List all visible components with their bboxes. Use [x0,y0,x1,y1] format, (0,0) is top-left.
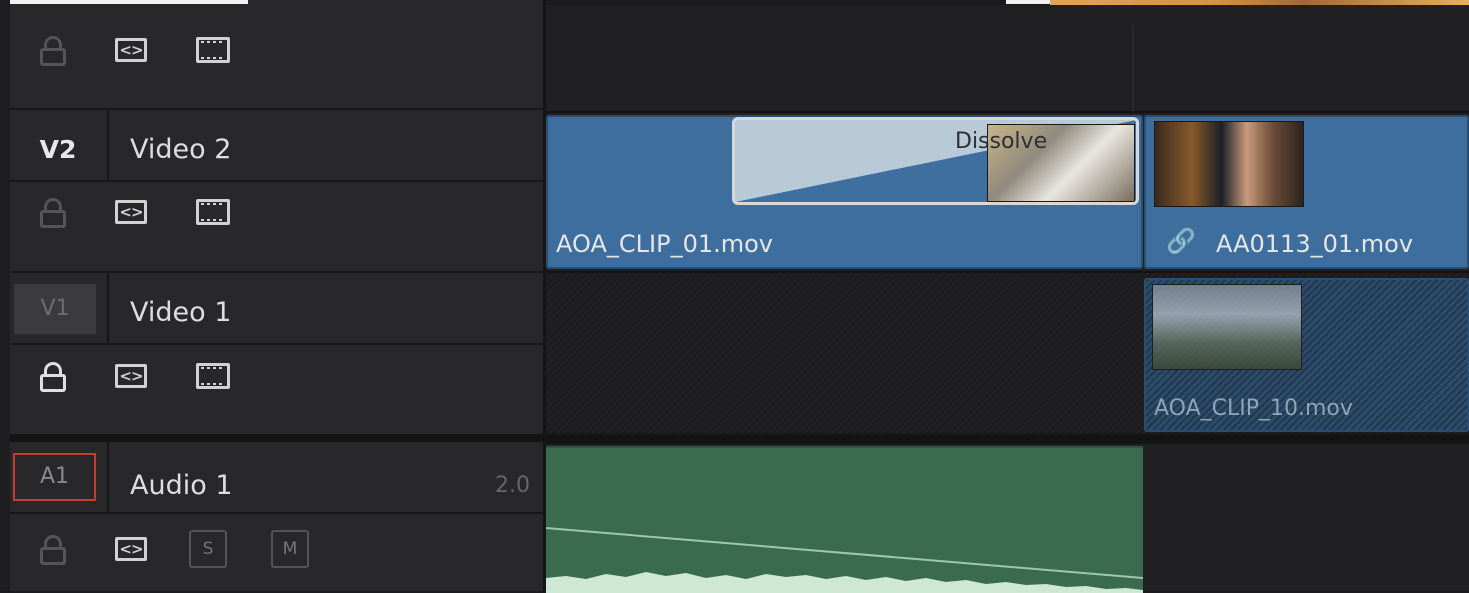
grid-line [1132,25,1134,111]
track-name-a1[interactable]: Audio 1 [130,466,430,506]
timeline-area[interactable]: AOA_CLIP_01.mov Dissolve 🔗 AA0113_01.mov… [546,0,1469,593]
track-name-v1[interactable]: Video 1 [130,293,430,333]
auto-select-icon[interactable]: <> [115,537,147,561]
track-name-v2[interactable]: Video 2 [130,130,430,170]
top-divider [10,0,248,4]
clip-name: AOA_CLIP_01.mov [556,230,773,258]
panel-left-edge [0,0,10,591]
clip-thumbnail [1152,284,1302,370]
video-audio-divider [10,434,545,442]
row-divider [10,180,545,182]
row-divider [10,343,545,345]
row-divider [10,512,545,514]
audio-clip[interactable] [546,446,1143,593]
audio-waveform [546,527,1143,593]
track-id-v1[interactable]: V1 [14,284,96,334]
track-header-panel: <> V2 Video 2 <> V1 Video 1 <> A1 Audio … [0,0,545,591]
header-separator [107,442,109,512]
clip-name: AOA_CLIP_10.mov [1154,396,1353,421]
link-icon: 🔗 [1166,227,1196,255]
row-divider [10,108,545,110]
video-clip[interactable]: 🔗 AA0113_01.mov [1144,115,1469,269]
disable-video-track-icon[interactable] [196,199,230,225]
audio-channel-format: 2.0 [495,473,530,498]
track-id-a1[interactable]: A1 [13,453,96,501]
mute-button[interactable]: M [271,530,309,568]
disabled-video-clip[interactable]: AOA_CLIP_10.mov [1144,278,1469,432]
disable-video-track-icon[interactable] [196,363,230,389]
lock-icon[interactable] [38,34,68,68]
auto-select-icon[interactable]: <> [115,364,147,388]
lock-icon[interactable] [38,533,68,567]
track-id-v2[interactable]: V2 [20,128,96,172]
solo-button[interactable]: S [189,530,227,568]
clip-thumbnail [1154,121,1304,207]
auto-select-icon[interactable]: <> [115,200,147,224]
header-separator [107,273,109,343]
row-divider [10,271,545,273]
transition-label: Dissolve [955,129,1048,154]
lock-icon[interactable] [38,196,68,230]
disable-video-track-icon[interactable] [196,37,230,63]
video-audio-divider [546,434,1469,444]
dissolve-transition[interactable]: Dissolve [732,117,1139,205]
lane-v3[interactable] [546,5,1469,111]
clip-name: AA0113_01.mov [1216,230,1414,258]
header-separator [107,110,109,180]
auto-select-icon[interactable]: <> [115,38,147,62]
lock-icon[interactable] [38,360,68,394]
